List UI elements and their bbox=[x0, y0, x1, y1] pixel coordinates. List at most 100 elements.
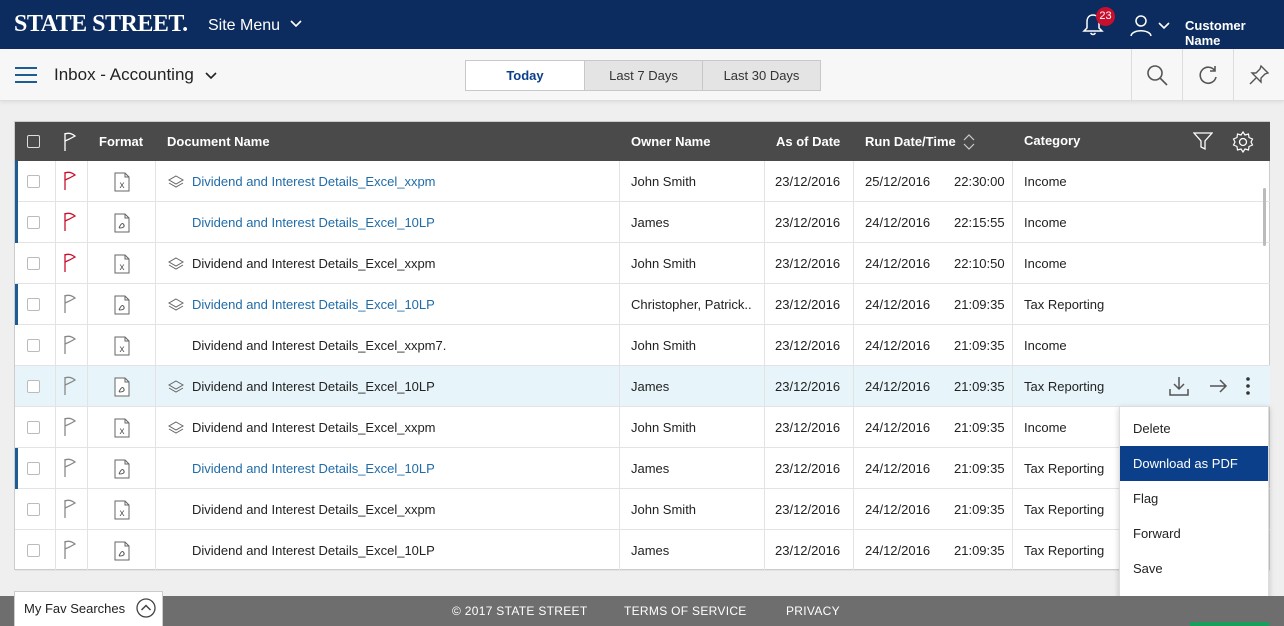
document-name[interactable]: Dividend and Interest Details_Excel_xxpm bbox=[192, 243, 436, 284]
menu-item-download-pdf[interactable]: Download as PDF bbox=[1120, 446, 1268, 481]
category: Income bbox=[1024, 174, 1067, 189]
column-category[interactable]: Category bbox=[1024, 133, 1080, 148]
category: Tax Reporting bbox=[1024, 297, 1105, 312]
site-menu-button[interactable]: Site Menu bbox=[208, 17, 280, 35]
column-run-datetime[interactable]: Run Date/Time bbox=[865, 134, 956, 149]
flag-icon[interactable] bbox=[63, 253, 77, 273]
hamburger-menu-icon[interactable] bbox=[15, 66, 37, 84]
chevron-down-icon[interactable] bbox=[1158, 20, 1170, 32]
menu-item-save[interactable]: Save bbox=[1120, 551, 1268, 586]
column-divider bbox=[853, 161, 854, 202]
versions-stack-icon bbox=[168, 257, 184, 270]
more-vertical-icon[interactable] bbox=[1245, 376, 1251, 396]
fav-searches-panel[interactable]: My Fav Searches bbox=[14, 591, 163, 626]
flag-icon[interactable] bbox=[63, 335, 77, 355]
fav-searches-label[interactable]: My Fav Searches bbox=[24, 601, 125, 616]
filter-icon[interactable] bbox=[1193, 131, 1213, 151]
flag-icon[interactable] bbox=[63, 417, 77, 437]
versions-stack-icon bbox=[168, 380, 184, 393]
as-of-date: 23/12/2016 bbox=[775, 502, 841, 517]
column-document-name[interactable]: Document Name bbox=[167, 134, 270, 149]
table-row[interactable]: x Dividend and Interest Details_Excel_xxp… bbox=[15, 161, 1270, 202]
flag-icon[interactable] bbox=[63, 458, 77, 478]
column-format[interactable]: Format bbox=[99, 134, 143, 149]
run-date: 24/12/2016 bbox=[865, 379, 931, 394]
forward-arrow-icon[interactable] bbox=[1208, 376, 1228, 396]
document-name[interactable]: Dividend and Interest Details_Excel_xxpm bbox=[192, 407, 436, 448]
flag-icon[interactable] bbox=[63, 499, 77, 519]
sort-icon[interactable] bbox=[963, 134, 975, 150]
refresh-button[interactable] bbox=[1182, 49, 1233, 101]
column-divider bbox=[55, 530, 56, 571]
flag-icon[interactable] bbox=[63, 376, 77, 396]
document-name[interactable]: Dividend and Interest Details_Excel_xxpm bbox=[192, 489, 436, 530]
settings-gear-icon[interactable] bbox=[1232, 131, 1254, 153]
column-divider bbox=[619, 284, 620, 325]
table-scrollbar[interactable] bbox=[1263, 188, 1266, 246]
chevron-down-icon[interactable] bbox=[205, 70, 217, 82]
column-divider bbox=[853, 243, 854, 284]
document-name[interactable]: Dividend and Interest Details_Excel_10LP bbox=[192, 366, 435, 407]
row-checkbox[interactable] bbox=[27, 175, 40, 188]
menu-item-flag[interactable]: Flag bbox=[1120, 481, 1268, 516]
select-all-checkbox[interactable] bbox=[27, 135, 40, 148]
table-row[interactable]: Dividend and Interest Details_Excel_10LP… bbox=[15, 202, 1270, 243]
table-row[interactable]: x Dividend and Interest Details_Excel_xxp… bbox=[15, 325, 1270, 366]
documents-table: Format Document Name Owner Name As of Da… bbox=[14, 121, 1270, 571]
inbox-toolbar: Inbox - Accounting Today Last 7 Days Las… bbox=[0, 49, 1284, 101]
flag-icon[interactable] bbox=[63, 540, 77, 560]
document-name[interactable]: Dividend and Interest Details_Excel_10LP bbox=[192, 284, 435, 325]
user-icon[interactable] bbox=[1129, 13, 1153, 37]
table-row[interactable]: x Dividend and Interest Details_Excel_xxp… bbox=[15, 407, 1270, 448]
chevron-down-icon[interactable] bbox=[290, 18, 302, 30]
row-checkbox[interactable] bbox=[27, 339, 40, 352]
row-checkbox[interactable] bbox=[27, 544, 40, 557]
document-name[interactable]: Dividend and Interest Details_Excel_xxpm… bbox=[192, 325, 446, 366]
column-as-of-date[interactable]: As of Date bbox=[776, 134, 840, 149]
row-checkbox[interactable] bbox=[27, 503, 40, 516]
row-checkbox[interactable] bbox=[27, 216, 40, 229]
flag-icon[interactable] bbox=[63, 171, 77, 191]
owner-name: James bbox=[631, 461, 670, 476]
table-row[interactable]: Dividend and Interest Details_Excel_10LP… bbox=[15, 284, 1270, 325]
table-row[interactable]: Dividend and Interest Details_Excel_10LP… bbox=[15, 366, 1270, 407]
pin-icon bbox=[1249, 64, 1270, 85]
document-name[interactable]: Dividend and Interest Details_Excel_10LP bbox=[192, 202, 435, 243]
brand-logo[interactable]: STATE STREET. bbox=[14, 11, 188, 38]
row-checkbox[interactable] bbox=[27, 298, 40, 311]
inbox-title[interactable]: Inbox - Accounting bbox=[54, 65, 194, 85]
search-button[interactable] bbox=[1131, 49, 1182, 101]
menu-item-delete[interactable]: Delete bbox=[1120, 411, 1268, 446]
column-divider bbox=[1012, 530, 1013, 571]
row-checkbox[interactable] bbox=[27, 462, 40, 475]
table-row[interactable]: Dividend and Interest Details_Excel_10LP… bbox=[15, 448, 1270, 489]
tab-today[interactable]: Today bbox=[466, 61, 584, 90]
menu-item-forward[interactable]: Forward bbox=[1120, 516, 1268, 551]
row-checkbox[interactable] bbox=[27, 257, 40, 270]
terms-link[interactable]: TERMS OF SERVICE bbox=[624, 604, 747, 618]
column-divider bbox=[55, 489, 56, 530]
tab-last-30-days[interactable]: Last 30 Days bbox=[702, 61, 820, 90]
row-checkbox[interactable] bbox=[27, 421, 40, 434]
customer-name[interactable]: Customer Name bbox=[1185, 18, 1284, 48]
table-row[interactable]: x Dividend and Interest Details_Excel_xxp… bbox=[15, 489, 1270, 530]
flag-icon[interactable] bbox=[63, 212, 77, 232]
column-owner-name[interactable]: Owner Name bbox=[631, 134, 710, 149]
flag-icon[interactable] bbox=[63, 132, 77, 152]
owner-name: James bbox=[631, 215, 670, 230]
table-row[interactable]: Dividend and Interest Details_Excel_10LP… bbox=[15, 530, 1270, 571]
top-navigation-bar: STATE STREET. Site Menu 23 Customer Name bbox=[0, 0, 1284, 49]
pin-button[interactable] bbox=[1233, 49, 1284, 101]
document-name[interactable]: Dividend and Interest Details_Excel_10LP bbox=[192, 530, 435, 571]
document-name[interactable]: Dividend and Interest Details_Excel_xxpm bbox=[192, 161, 436, 202]
document-name[interactable]: Dividend and Interest Details_Excel_10LP bbox=[192, 448, 435, 489]
row-checkbox[interactable] bbox=[27, 380, 40, 393]
tab-last-7-days[interactable]: Last 7 Days bbox=[584, 61, 702, 90]
table-row[interactable]: x Dividend and Interest Details_Excel_xxp… bbox=[15, 243, 1270, 284]
as-of-date: 23/12/2016 bbox=[775, 256, 841, 271]
chevron-up-circle-icon[interactable] bbox=[136, 598, 156, 618]
flag-icon[interactable] bbox=[63, 294, 77, 314]
download-icon[interactable] bbox=[1168, 375, 1190, 397]
privacy-link[interactable]: PRIVACY bbox=[786, 604, 840, 618]
copyright-text: © 2017 STATE STREET bbox=[452, 604, 588, 618]
